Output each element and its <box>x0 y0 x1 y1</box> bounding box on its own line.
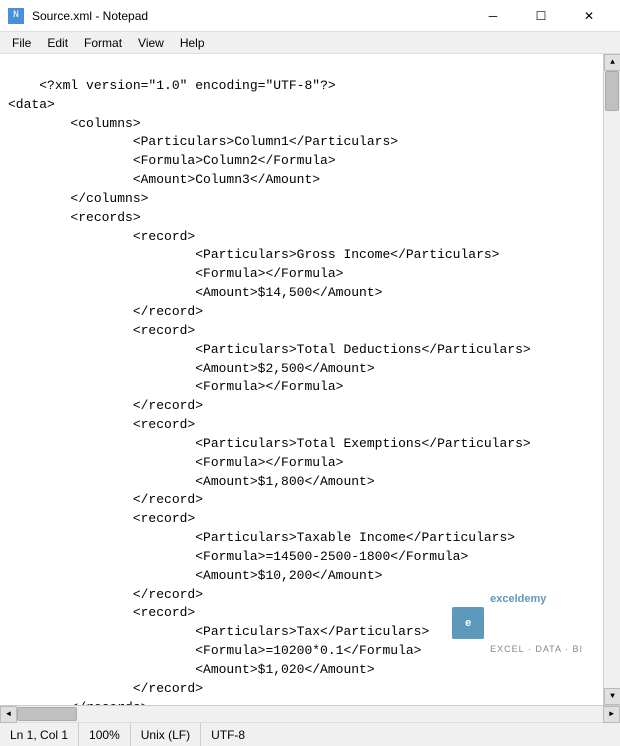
scrollbar-vertical: ▲ ▼ <box>603 54 620 705</box>
scrollbar-horizontal: ◄ ► <box>0 705 620 722</box>
scroll-down-button[interactable]: ▼ <box>604 688 620 705</box>
title-bar: N Source.xml - Notepad ─ ☐ ✕ <box>0 0 620 32</box>
menu-help[interactable]: Help <box>172 34 213 52</box>
status-bar: Ln 1, Col 1 100% Unix (LF) UTF-8 <box>0 722 620 746</box>
scroll-right-button[interactable]: ► <box>603 706 620 723</box>
window-controls: ─ ☐ ✕ <box>470 0 612 32</box>
menu-file[interactable]: File <box>4 34 39 52</box>
scroll-v-track[interactable] <box>604 71 620 688</box>
scroll-v-thumb[interactable] <box>605 71 619 111</box>
watermark-logo: e <box>452 607 484 639</box>
scroll-up-button[interactable]: ▲ <box>604 54 620 71</box>
watermark-tagline: EXCEL · DATA · BI <box>490 644 583 656</box>
scroll-h-thumb[interactable] <box>17 707 77 721</box>
status-line-ending: Unix (LF) <box>131 723 201 746</box>
editor-text-area[interactable]: <?xml version="1.0" encoding="UTF-8"?> <… <box>0 54 603 705</box>
watermark-text-block: exceldemy EXCEL · DATA · BI <box>490 554 583 693</box>
menu-bar: File Edit Format View Help <box>0 32 620 54</box>
status-zoom: 100% <box>79 723 131 746</box>
editor-container: <?xml version="1.0" encoding="UTF-8"?> <… <box>0 54 620 705</box>
status-encoding: UTF-8 <box>201 723 255 746</box>
menu-view[interactable]: View <box>130 34 172 52</box>
window-title: Source.xml - Notepad <box>32 9 148 23</box>
scroll-h-track[interactable] <box>17 706 603 722</box>
scroll-left-button[interactable]: ◄ <box>0 706 17 723</box>
close-button[interactable]: ✕ <box>566 0 612 32</box>
watermark: e exceldemy EXCEL · DATA · BI <box>452 554 583 693</box>
watermark-brand: exceldemy <box>490 592 583 606</box>
maximize-button[interactable]: ☐ <box>518 0 564 32</box>
menu-format[interactable]: Format <box>76 34 130 52</box>
minimize-button[interactable]: ─ <box>470 0 516 32</box>
app-icon: N <box>8 8 24 24</box>
title-bar-left: N Source.xml - Notepad <box>8 8 148 24</box>
menu-edit[interactable]: Edit <box>39 34 76 52</box>
status-position: Ln 1, Col 1 <box>0 723 79 746</box>
